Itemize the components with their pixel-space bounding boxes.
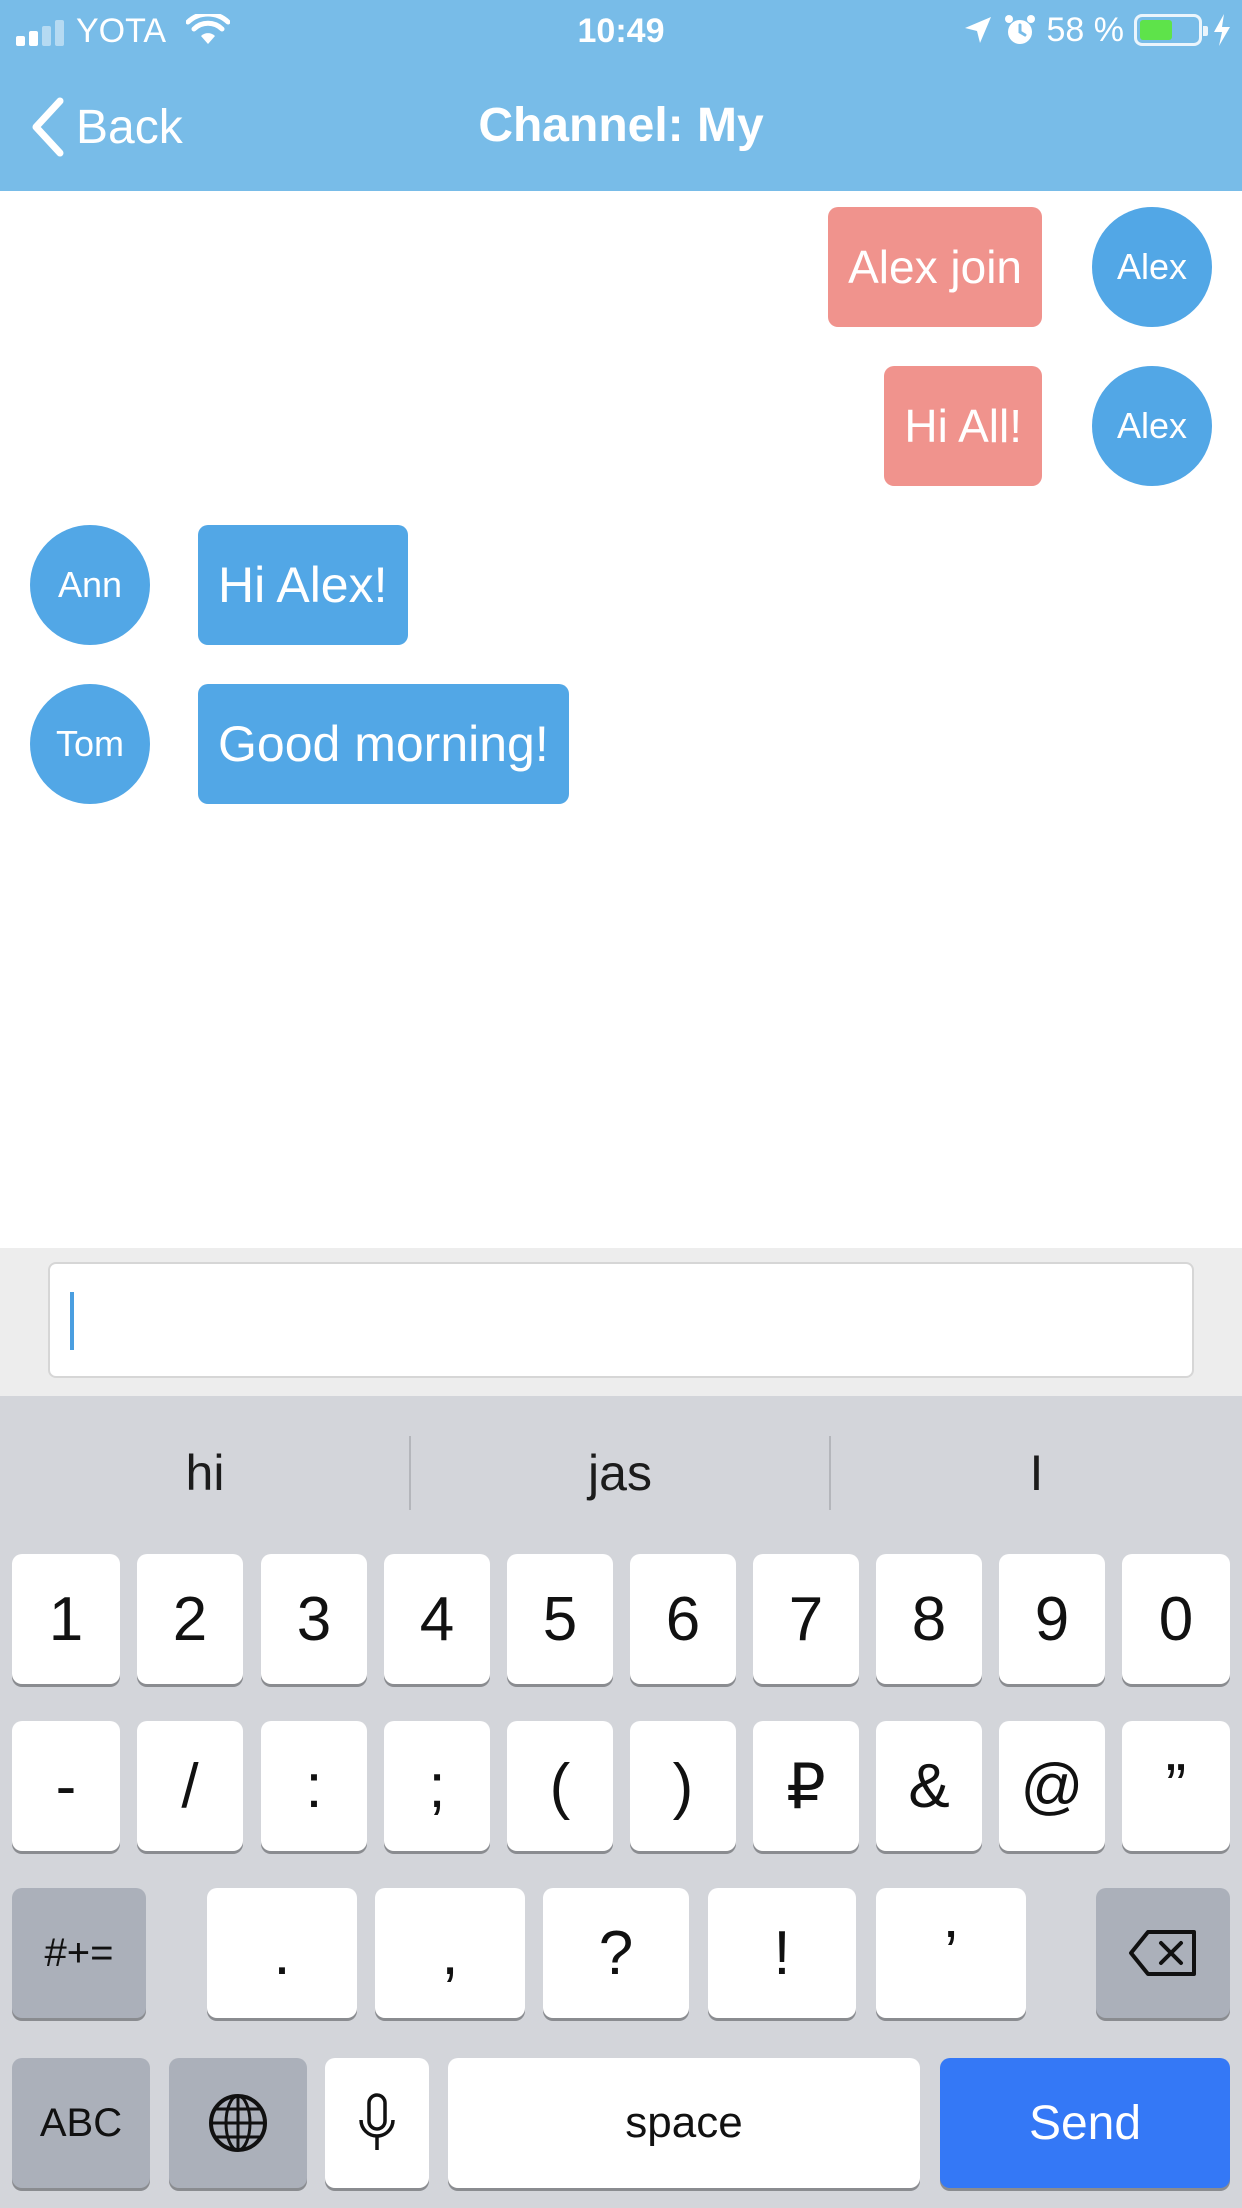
charging-bolt-icon [1214,14,1230,46]
key-6[interactable]: 6 [630,1554,736,1684]
avatar[interactable]: Alex [1092,207,1212,327]
key-exclamation[interactable]: ! [708,1888,856,2018]
suggestion-3[interactable]: I [831,1396,1242,1550]
message-bubble[interactable]: Good morning! [198,684,569,804]
backspace-icon [1129,1930,1196,1976]
text-caret [70,1292,74,1350]
composer-bar [0,1248,1242,1396]
battery-percent: 58 % [1046,10,1125,49]
key-9[interactable]: 9 [999,1554,1105,1684]
key-8[interactable]: 8 [876,1554,982,1684]
message-bubble[interactable]: Alex join [828,207,1042,327]
key-open-paren[interactable]: ( [507,1721,613,1851]
key-4[interactable]: 4 [384,1554,490,1684]
key-7[interactable]: 7 [753,1554,859,1684]
key-apostrophe[interactable]: ’ [876,1888,1026,2018]
key-0[interactable]: 0 [1122,1554,1230,1684]
key-comma[interactable]: , [375,1888,525,2018]
page-title: Channel: My [478,99,764,152]
key-3[interactable]: 3 [261,1554,367,1684]
nav-header: YOTA 10:49 58 % Back Channel: My [0,0,1242,191]
avatar[interactable]: Alex [1092,366,1212,486]
key-ruble[interactable]: ₽ [753,1721,859,1851]
status-bar: YOTA 10:49 58 % [0,0,1242,62]
backspace-key[interactable] [1096,1888,1230,2018]
key-at[interactable]: @ [999,1721,1105,1851]
globe-icon [209,2094,267,2152]
globe-key[interactable] [169,2058,307,2188]
key-question[interactable]: ? [543,1888,689,2018]
symbols-key[interactable]: #+= [12,1888,146,2018]
microphone-icon [359,2093,395,2150]
abc-key[interactable]: ABC [12,2058,150,2188]
key-1[interactable]: 1 [12,1554,120,1684]
key-slash[interactable]: / [137,1721,243,1851]
battery-icon [1134,14,1208,46]
suggestion-1[interactable]: hi [0,1396,410,1550]
key-quote[interactable]: ” [1122,1721,1230,1851]
key-semicolon[interactable]: ; [384,1721,490,1851]
key-period[interactable]: . [207,1888,357,2018]
key-5[interactable]: 5 [507,1554,613,1684]
avatar[interactable]: Ann [30,525,150,645]
key-2[interactable]: 2 [137,1554,243,1684]
keyboard: hi jas I 1 2 3 4 5 6 7 8 9 0 - / : ; ( )… [0,1396,1242,2208]
location-arrow-icon [964,17,991,43]
key-ampersand[interactable]: & [876,1721,982,1851]
avatar[interactable]: Tom [30,684,150,804]
message-input[interactable] [48,1262,1194,1378]
dictation-key[interactable] [325,2058,429,2188]
message-bubble[interactable]: Hi All! [884,366,1042,486]
send-key[interactable]: Send [940,2058,1230,2188]
suggestion-2[interactable]: jas [411,1396,829,1550]
key-hyphen[interactable]: - [12,1721,120,1851]
key-colon[interactable]: : [261,1721,367,1851]
alarm-icon [1004,15,1035,44]
space-key[interactable]: space [448,2058,920,2188]
key-close-paren[interactable]: ) [630,1721,736,1851]
message-bubble[interactable]: Hi Alex! [198,525,408,645]
